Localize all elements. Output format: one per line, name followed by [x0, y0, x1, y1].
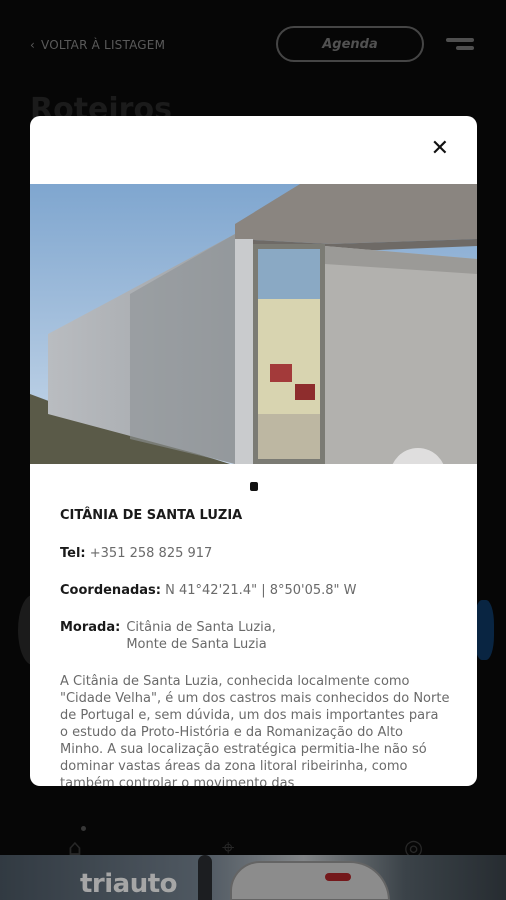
- tel-value[interactable]: +351 258 825 917: [90, 546, 213, 561]
- heart-icon: [411, 463, 425, 464]
- poi-modal: ✕ CITÂNIA DE SANTA LUZIA Tel: +351 258 8…: [30, 116, 477, 786]
- carousel-dot[interactable]: [250, 482, 258, 491]
- morada-row: Morada: Citânia de Santa Luzia, Monte de…: [60, 619, 450, 653]
- morada-label: Morada:: [60, 620, 121, 635]
- poi-title: CITÂNIA DE SANTA LUZIA: [60, 508, 243, 523]
- poi-info: CITÂNIA DE SANTA LUZIA Tel: +351 258 825…: [60, 508, 450, 786]
- poi-description: A Citânia de Santa Luzia, conhecida loca…: [60, 674, 450, 786]
- tel-row: Tel: +351 258 825 917: [60, 545, 450, 562]
- coords-row: Coordenadas: N 41°42'21.4" | 8°50'05.8" …: [60, 582, 450, 599]
- morada-line-1: Citânia de Santa Luzia,: [126, 620, 276, 635]
- coords-label: Coordenadas:: [60, 583, 161, 598]
- building-photo: [30, 184, 477, 464]
- morada-address: Citânia de Santa Luzia, Monte de Santa L…: [126, 619, 276, 653]
- close-icon[interactable]: ✕: [431, 138, 449, 160]
- coords-value: N 41°42'21.4" | 8°50'05.8" W: [165, 583, 357, 598]
- poi-photo[interactable]: [30, 184, 477, 464]
- tel-label: Tel:: [60, 546, 86, 561]
- morada-line-2: Monte de Santa Luzia: [126, 637, 267, 652]
